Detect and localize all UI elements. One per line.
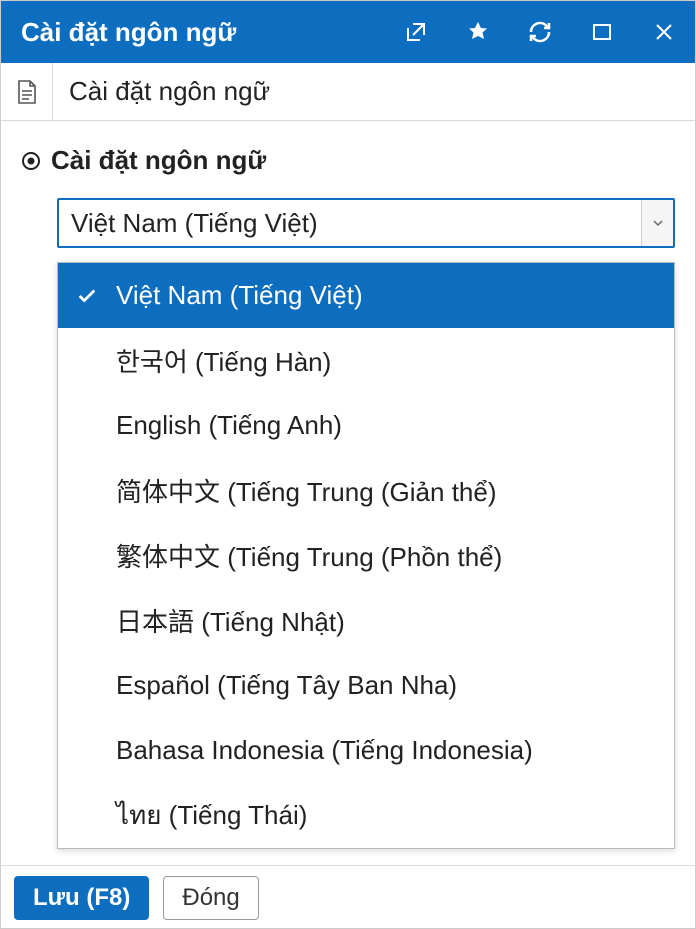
close-icon	[652, 20, 676, 44]
titlebar: Cài đặt ngôn ngữ	[1, 1, 695, 63]
titlebar-controls	[385, 1, 695, 63]
language-option-label: English (Tiếng Anh)	[116, 410, 342, 441]
language-option-label: 한국어 (Tiếng Hàn)	[116, 342, 331, 379]
maximize-button[interactable]	[571, 1, 633, 63]
language-option[interactable]: 한국어 (Tiếng Hàn)	[58, 328, 674, 393]
window-title: Cài đặt ngôn ngữ	[21, 17, 385, 48]
close-window-button[interactable]	[633, 1, 695, 63]
document-icon	[16, 79, 38, 105]
language-option-label: ไทย (Tiếng Thái)	[116, 795, 307, 836]
language-option[interactable]: ไทย (Tiếng Thái)	[58, 783, 674, 848]
refresh-icon	[528, 20, 552, 44]
language-option[interactable]: Español (Tiếng Tây Ban Nha)	[58, 653, 674, 718]
content-area: Cài đặt ngôn ngữ Việt Nam (Tiếng Việt) V…	[1, 121, 695, 869]
language-select-value: Việt Nam (Tiếng Việt)	[71, 208, 318, 239]
section-label: Cài đặt ngôn ngữ	[21, 145, 675, 176]
section-label-text: Cài đặt ngôn ngữ	[51, 145, 266, 176]
footer: Lưu (F8) Đóng	[0, 865, 696, 929]
language-option-label: 日本語 (Tiếng Nhật)	[116, 602, 345, 639]
language-option-label: Español (Tiếng Tây Ban Nha)	[116, 670, 457, 701]
document-icon-cell	[1, 63, 53, 120]
language-option[interactable]: Bahasa Indonesia (Tiếng Indonesia)	[58, 718, 674, 783]
language-option-label: 简体中文 (Tiếng Trung (Giản thể)	[116, 472, 497, 509]
language-option[interactable]: Việt Nam (Tiếng Việt)	[58, 263, 674, 328]
page-title: Cài đặt ngôn ngữ	[53, 76, 270, 107]
external-link-button[interactable]	[385, 1, 447, 63]
language-select-wrapper: Việt Nam (Tiếng Việt) Việt Nam (Tiếng Vi…	[57, 198, 675, 849]
language-option[interactable]: 繁体中文 (Tiếng Trung (Phồn thể)	[58, 523, 674, 588]
check-icon	[76, 285, 116, 307]
pin-button[interactable]	[447, 1, 509, 63]
language-option-label: Bahasa Indonesia (Tiếng Indonesia)	[116, 735, 533, 766]
close-button[interactable]: Đóng	[163, 876, 258, 920]
pin-icon	[466, 20, 490, 44]
subheader: Cài đặt ngôn ngữ	[1, 63, 695, 121]
radio-icon	[21, 151, 41, 171]
language-option[interactable]: 简体中文 (Tiếng Trung (Giản thể)	[58, 458, 674, 523]
language-select[interactable]: Việt Nam (Tiếng Việt)	[57, 198, 675, 248]
chevron-down-icon	[641, 200, 673, 246]
external-link-icon	[404, 20, 428, 44]
language-dropdown: Việt Nam (Tiếng Việt) 한국어 (Tiếng Hàn) Engl…	[57, 262, 675, 849]
save-button[interactable]: Lưu (F8)	[14, 876, 149, 920]
language-option[interactable]: 日本語 (Tiếng Nhật)	[58, 588, 674, 653]
refresh-button[interactable]	[509, 1, 571, 63]
language-option-label: Việt Nam (Tiếng Việt)	[116, 280, 363, 311]
language-option[interactable]: English (Tiếng Anh)	[58, 393, 674, 458]
maximize-icon	[590, 20, 614, 44]
language-option-label: 繁体中文 (Tiếng Trung (Phồn thể)	[116, 537, 502, 574]
